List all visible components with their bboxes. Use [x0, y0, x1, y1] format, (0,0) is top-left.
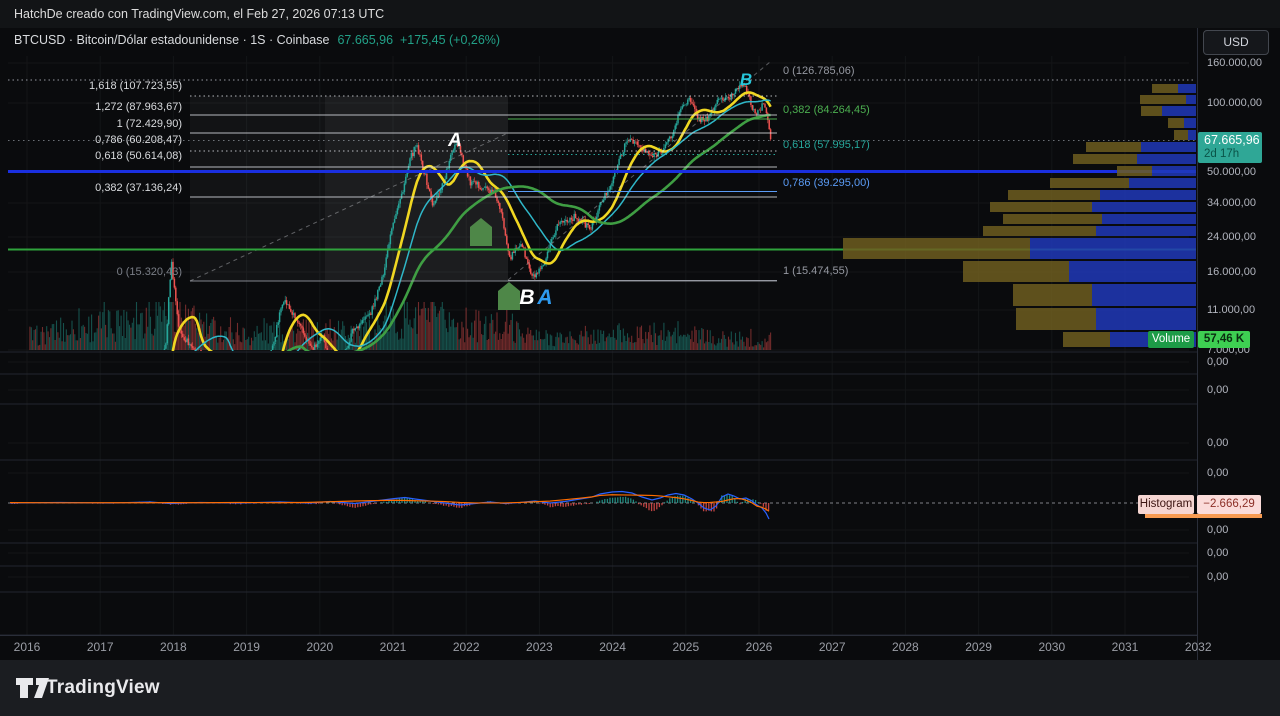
year-label-2019: 2019	[233, 640, 260, 654]
year-label-2032: 2032	[1185, 640, 1212, 654]
price-tick: 160.000,00	[1207, 57, 1262, 69]
currency-button[interactable]: USD	[1203, 30, 1269, 55]
year-label-2027: 2027	[819, 640, 846, 654]
price-tick: 50.000,00	[1207, 166, 1256, 178]
time-axis[interactable]: 2016 2017 2018 2019 2020 2021 2022 2023 2024 2025…	[0, 635, 1197, 660]
year-label-2028: 2028	[892, 640, 919, 654]
price-tick: 34.000,00	[1207, 197, 1256, 209]
price-tick: 0,00	[1207, 437, 1228, 449]
symbol-title[interactable]: BTCUSD · Bitcoin/Dólar estadounidense · …	[14, 33, 329, 47]
price-tick: 0,00	[1207, 467, 1228, 479]
volume-profile	[843, 84, 1196, 347]
year-label-2022: 2022	[453, 640, 480, 654]
price-tick: 24.000,00	[1207, 231, 1256, 243]
last-price-badge: 67.665,96 2d 17h	[1198, 132, 1262, 163]
histogram-value-badge: −2.666,29	[1197, 495, 1261, 514]
year-label-2020: 2020	[306, 640, 333, 654]
year-label-2024: 2024	[599, 640, 626, 654]
legend-change: +175,45 (+0,26%)	[400, 33, 500, 47]
year-label-2018: 2018	[160, 640, 187, 654]
tradingview-chart-window: HatchDe creado con TradingView.com, el F…	[0, 0, 1280, 716]
tradingview-logo-icon	[16, 676, 50, 700]
volume-value-badge: 57,46 K	[1198, 331, 1250, 348]
signal-line	[10, 495, 769, 511]
attribution-banner: HatchDe creado con TradingView.com, el F…	[0, 0, 1280, 28]
last-price-value: 67.665,96	[1204, 133, 1262, 148]
year-label-2026: 2026	[746, 640, 773, 654]
histogram-underline	[1145, 514, 1262, 518]
bar-countdown: 2d 17h	[1204, 148, 1262, 161]
histogram-indicator-label: Histogram	[1138, 495, 1194, 514]
year-label-2017: 2017	[87, 640, 114, 654]
price-tick: 0,00	[1207, 571, 1228, 583]
legend-last-price: 67.665,96	[337, 33, 393, 47]
year-label-2030: 2030	[1038, 640, 1065, 654]
footer-bar: TradingView	[0, 660, 1280, 716]
tradingview-brand-text: TradingView	[46, 677, 160, 699]
year-label-2031: 2031	[1112, 640, 1139, 654]
volume-indicator-label: Volume	[1148, 331, 1194, 348]
price-tick: 0,00	[1207, 384, 1228, 396]
price-tick: 0,00	[1207, 524, 1228, 536]
chart-canvas[interactable]	[0, 28, 1197, 660]
price-tick: 0,00	[1207, 356, 1228, 368]
symbol-legend[interactable]: BTCUSD · Bitcoin/Dólar estadounidense · …	[14, 33, 500, 49]
price-tick: 16.000,00	[1207, 266, 1256, 278]
price-tick: 100.000,00	[1207, 97, 1262, 109]
year-label-2016: 2016	[14, 640, 41, 654]
year-label-2023: 2023	[526, 640, 553, 654]
year-label-2029: 2029	[965, 640, 992, 654]
chart-graphics	[0, 28, 1197, 660]
price-tick: 0,00	[1207, 547, 1228, 559]
histogram-bars-negative	[12, 503, 769, 512]
price-tick: 11.000,00	[1207, 304, 1255, 316]
year-label-2025: 2025	[672, 640, 699, 654]
year-label-2021: 2021	[380, 640, 407, 654]
long-marker-2[interactable]	[498, 282, 520, 310]
